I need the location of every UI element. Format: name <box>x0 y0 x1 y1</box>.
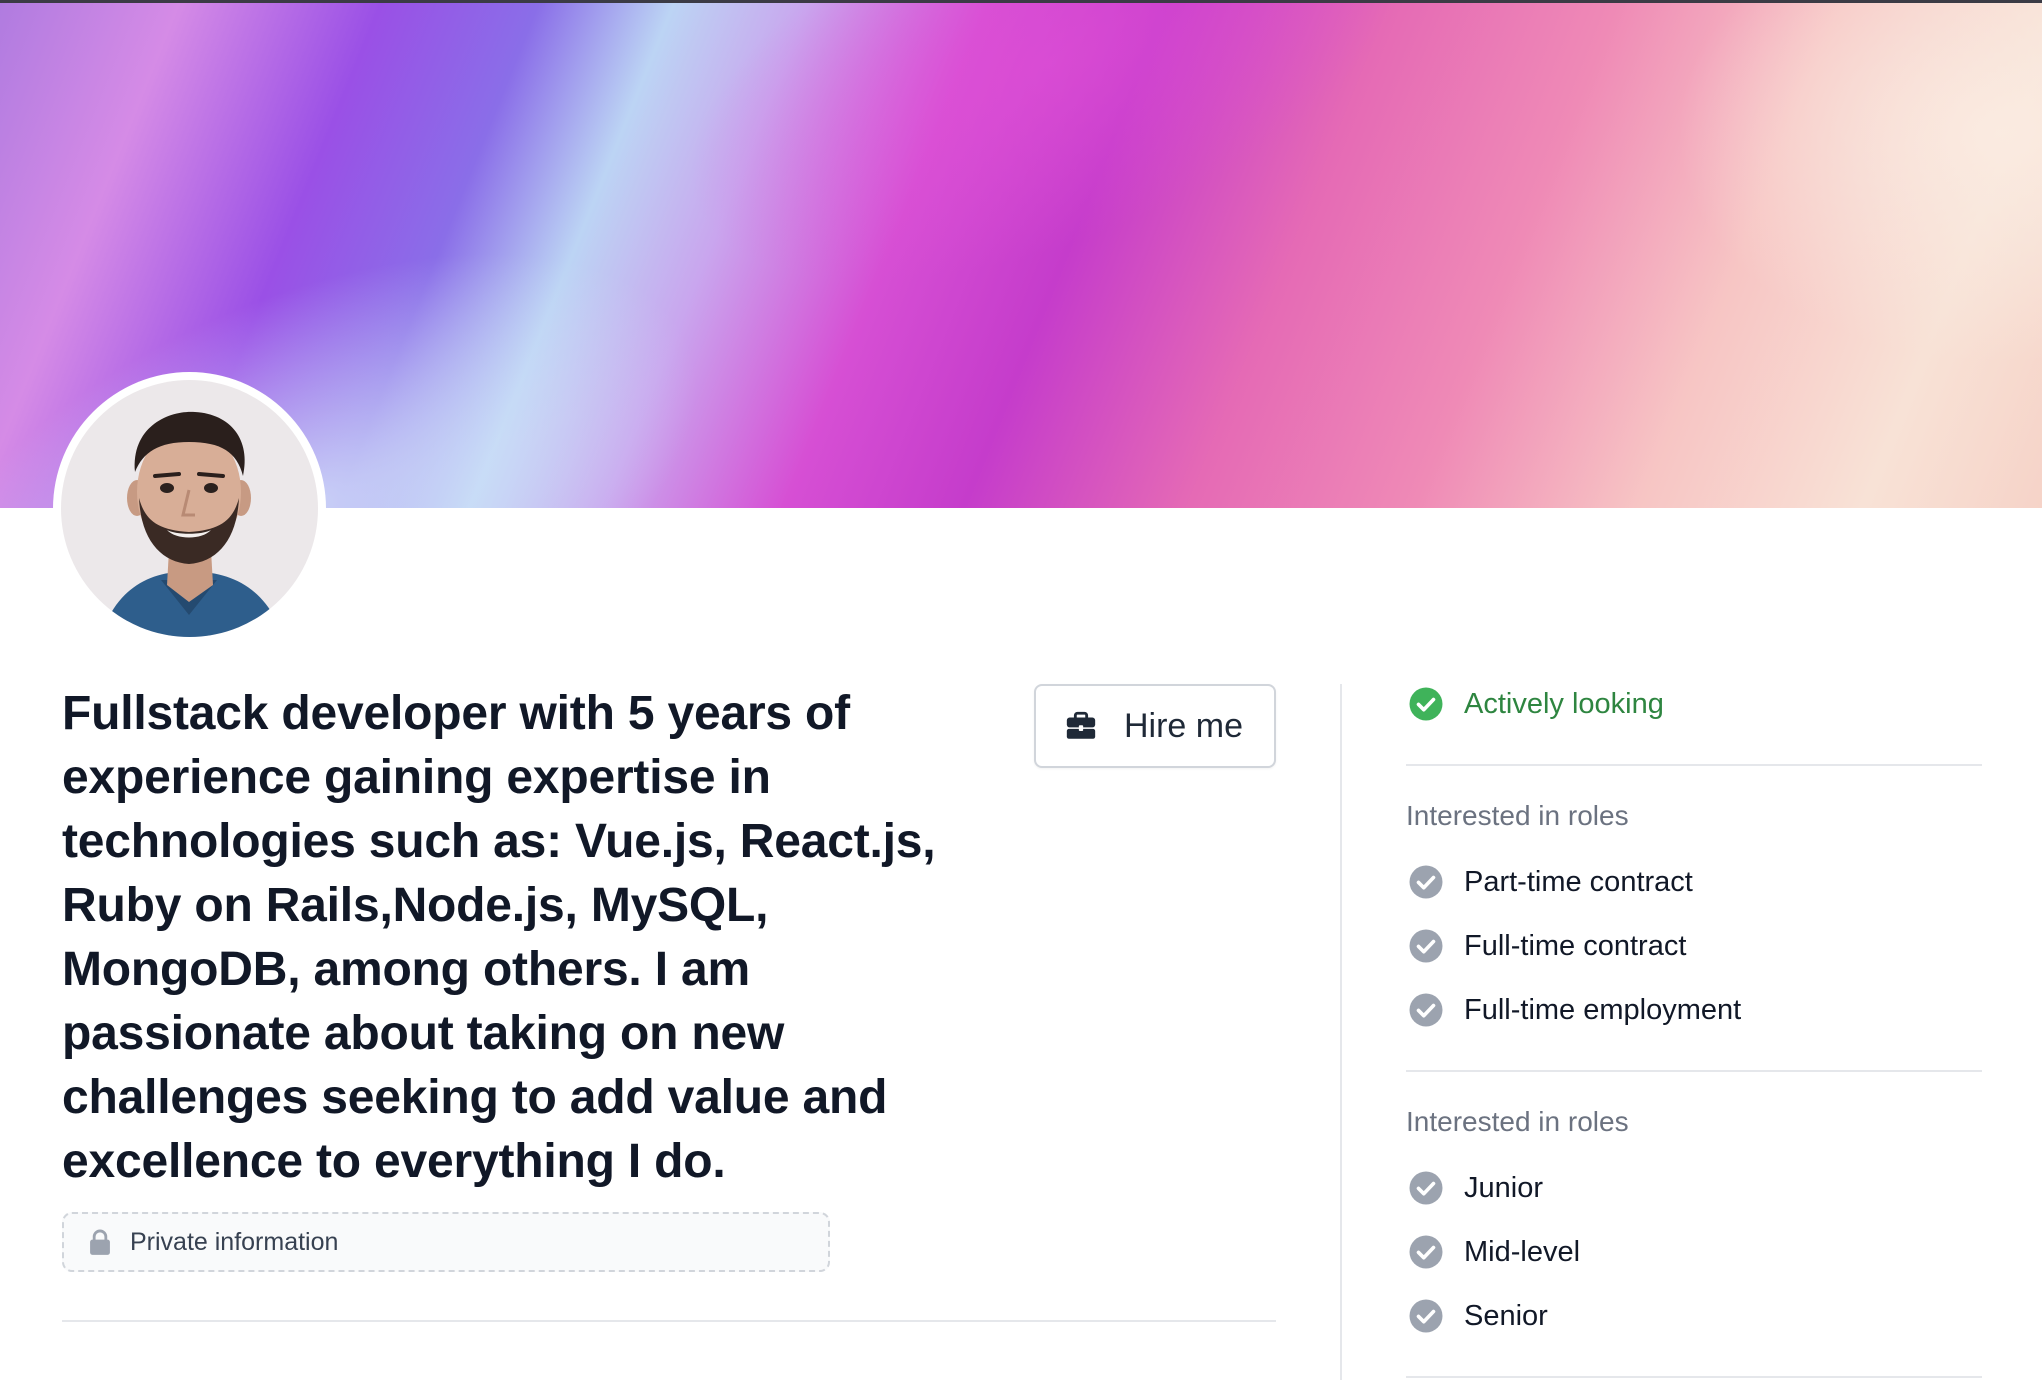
level-item: Senior <box>1408 1296 1548 1336</box>
check-circle-icon <box>1409 1171 1443 1205</box>
check-circle-icon <box>1409 687 1443 721</box>
job-status-label: Actively looking <box>1464 687 1664 720</box>
section-divider <box>1406 1376 1982 1378</box>
level-item-label: Senior <box>1464 1299 1548 1332</box>
lock-icon <box>90 1229 110 1255</box>
column-divider <box>1340 684 1342 1380</box>
level-item-label: Mid-level <box>1464 1235 1581 1268</box>
role-item-label: Full-time employment <box>1464 993 1742 1026</box>
avatar-photo <box>61 380 318 637</box>
hire-me-label: Hire me <box>1124 706 1244 745</box>
roles-section-title: Interested in roles <box>1406 800 1629 831</box>
briefcase-icon <box>1066 711 1096 739</box>
profile-page: Fullstack developer with 5 years of expe… <box>0 0 2042 1380</box>
private-information-label: Private information <box>130 1227 339 1256</box>
section-divider <box>1406 764 1982 766</box>
section-divider <box>1406 1070 1982 1072</box>
level-item-label: Junior <box>1464 1171 1543 1204</box>
check-circle-icon <box>1409 1235 1443 1269</box>
levels-section-title: Interested in roles <box>1406 1106 1629 1137</box>
level-item: Junior <box>1408 1168 1543 1208</box>
avatar <box>53 372 326 645</box>
role-item: Part-time contract <box>1408 862 1693 902</box>
check-circle-icon <box>1409 929 1443 963</box>
private-information-box: Private information <box>62 1212 830 1272</box>
cover-banner <box>0 3 2042 508</box>
profile-bio: Fullstack developer with 5 years of expe… <box>62 687 936 1188</box>
hire-me-button[interactable]: Hire me <box>1034 684 1276 768</box>
role-item-label: Part-time contract <box>1464 865 1693 898</box>
role-item-label: Full-time contract <box>1464 929 1687 962</box>
section-divider <box>62 1320 1276 1322</box>
job-status: Actively looking <box>1408 684 1664 724</box>
check-circle-icon <box>1409 1299 1443 1333</box>
level-item: Mid-level <box>1408 1232 1580 1272</box>
check-circle-icon <box>1409 993 1443 1027</box>
role-item: Full-time employment <box>1408 990 1741 1030</box>
check-circle-icon <box>1409 865 1443 899</box>
role-item: Full-time contract <box>1408 926 1686 966</box>
banner-glow <box>1650 3 2042 383</box>
